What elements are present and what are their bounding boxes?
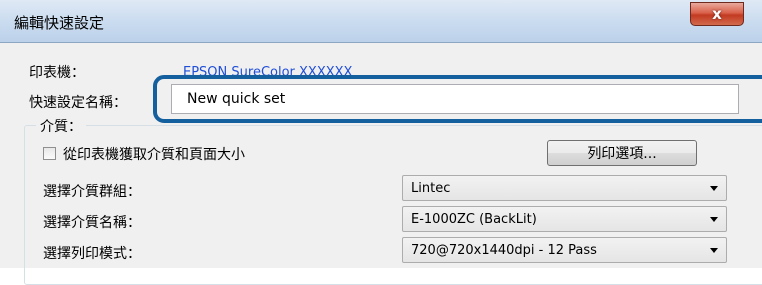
media-group-select[interactable]: Lintec [402, 175, 727, 201]
media-name-select[interactable]: E-1000ZC (BackLit) [402, 206, 727, 232]
quick-set-name-label: 快速設定名稱： [29, 95, 127, 111]
printer-label: 印表機： [29, 65, 85, 81]
get-media-from-printer-label[interactable]: 從印表機獲取介質和頁面大小 [63, 144, 245, 164]
media-group-select-value: Lintec [411, 181, 451, 196]
chevron-down-icon [710, 248, 718, 253]
dialog-title: 編輯快速設定 [14, 14, 105, 32]
edit-quick-set-dialog: 編輯快速設定 x 印表機： EPSON SureColor XXXXXX 快速設… [0, 0, 762, 285]
chevron-down-icon [710, 217, 718, 222]
media-group-label: 介質： [36, 116, 86, 136]
media-group-select-label: 選擇介質群組： [43, 184, 141, 200]
get-media-from-printer-checkbox[interactable] [43, 147, 56, 160]
print-mode-select-value: 720@720x1440dpi - 12 Pass [411, 243, 597, 258]
print-options-button-label: 列印選項... [587, 146, 657, 162]
title-bar[interactable]: 編輯快速設定 x [0, 0, 762, 43]
print-options-button[interactable]: 列印選項... [547, 140, 697, 166]
close-button[interactable]: x [690, 2, 744, 26]
quick-set-name-input[interactable] [172, 85, 738, 113]
print-mode-select[interactable]: 720@720x1440dpi - 12 Pass [402, 237, 727, 263]
printer-value: EPSON SureColor XXXXXX [183, 65, 353, 80]
media-name-select-label: 選擇介質名稱： [43, 215, 141, 231]
quick-set-name-field[interactable] [171, 84, 739, 114]
media-name-select-value: E-1000ZC (BackLit) [411, 212, 537, 227]
print-mode-select-label: 選擇列印模式： [43, 246, 141, 262]
close-icon: x [712, 4, 722, 23]
chevron-down-icon [710, 186, 718, 191]
